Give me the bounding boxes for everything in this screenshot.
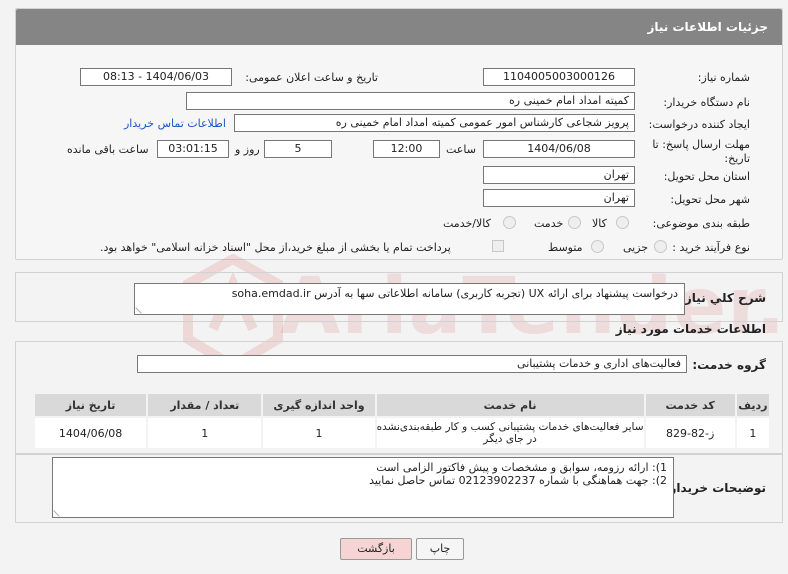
- process-radio-medium[interactable]: [591, 240, 604, 253]
- process-radio-minor[interactable]: [654, 240, 667, 253]
- deadline-label-date: تاریخ:: [724, 152, 750, 165]
- process-option-medium: متوسط: [548, 241, 583, 254]
- table-header-row: ردیف کد خدمت نام خدمت واحد اندازه گیری ت…: [32, 392, 772, 418]
- col-code: کد خدمت: [643, 392, 737, 418]
- province-field: تهران: [483, 166, 635, 184]
- city-label: شهر محل تحویل:: [670, 193, 750, 206]
- buyer-contact-link[interactable]: اطلاعات تماس خریدار: [124, 117, 226, 130]
- process-option-minor: جزیی: [623, 241, 649, 254]
- col-row: ردیف: [734, 392, 772, 418]
- cell-date: 1404/06/08: [32, 416, 149, 450]
- panel-title: جزئیات اطلاعات نیاز: [16, 9, 782, 45]
- col-qty: تعداد / مقدار: [146, 392, 264, 418]
- deadline-date-field: 1404/06/08: [483, 140, 635, 158]
- days-field: 5: [264, 140, 332, 158]
- back-button[interactable]: بازگشت: [340, 538, 412, 560]
- category-radio-goods[interactable]: [616, 216, 629, 229]
- cell-unit: 1: [261, 416, 377, 450]
- resize-grip-icon[interactable]: [53, 505, 65, 517]
- process-label: نوع فرآیند خرید :: [672, 241, 750, 254]
- print-button[interactable]: چاپ: [416, 538, 464, 560]
- category-option-goods-service: کالا/خدمت: [443, 217, 491, 230]
- cell-row: 1: [734, 416, 772, 450]
- creator-field: پرویز شجاعی کارشناس امور عمومی کمیته امد…: [234, 114, 635, 132]
- days-label: روز و: [235, 143, 260, 156]
- province-label: استان محل تحویل:: [663, 170, 750, 183]
- buyer-note-line-2: 2): جهت هماهنگی با شماره 02123902237 تما…: [369, 474, 667, 487]
- announce-date-field: 1404/06/03 - 08:13: [80, 68, 232, 86]
- services-table: ردیف کد خدمت نام خدمت واحد اندازه گیری ت…: [32, 392, 772, 450]
- table-row: 1 ز-82-829 سایر فعالیت‌های خدمات پشتیبان…: [32, 416, 772, 450]
- cell-qty: 1: [146, 416, 264, 450]
- category-radio-service[interactable]: [568, 216, 581, 229]
- remaining-time-label: ساعت باقی مانده: [67, 143, 149, 156]
- category-radio-goods-service[interactable]: [503, 216, 516, 229]
- description-text: درخواست پیشنهاد برای ارائه UX (تجربه کار…: [231, 287, 678, 300]
- col-unit: واحد اندازه گیری: [261, 392, 377, 418]
- services-section-title: اطلاعات خدمات مورد نیاز: [615, 322, 766, 336]
- col-name: نام خدمت: [374, 392, 646, 418]
- creator-label: ایجاد کننده درخواست:: [648, 118, 750, 131]
- service-group-label: گروه خدمت:: [692, 358, 766, 372]
- buyer-org-field: کمیته امداد امام خمینی ره: [186, 92, 635, 110]
- deadline-time-label: ساعت: [446, 143, 476, 156]
- buyer-note-line-1: 1): ارائه رزومه، سوابق و مشخصات و پیش فا…: [376, 461, 667, 474]
- col-date: تاریخ نیاز: [32, 392, 149, 418]
- cell-code: ز-82-829: [643, 416, 737, 450]
- category-option-service: خدمت: [534, 217, 564, 230]
- service-group-field: فعالیت‌های اداری و خدمات پشتیبانی: [137, 355, 687, 373]
- need-number-field: 1104005003000126: [483, 68, 635, 86]
- category-label: طبقه بندی موضوعی:: [652, 217, 750, 230]
- deadline-time-field: 12:00: [373, 140, 440, 158]
- payment-checkbox[interactable]: [492, 240, 504, 252]
- resize-grip-icon[interactable]: [135, 302, 147, 314]
- buyer-org-label: نام دستگاه خریدار:: [663, 96, 750, 109]
- announce-date-label: تاریخ و ساعت اعلان عمومی:: [245, 71, 378, 84]
- deadline-label: مهلت ارسال پاسخ: تا: [652, 138, 750, 151]
- city-field: تهران: [483, 189, 635, 207]
- description-textarea[interactable]: درخواست پیشنهاد برای ارائه UX (تجربه کار…: [134, 283, 685, 315]
- remaining-time-field: 03:01:15: [157, 140, 229, 158]
- description-label: شرح کلي نياز:: [680, 291, 766, 305]
- payment-note: پرداخت تمام یا بخشی از مبلغ خرید،از محل …: [100, 241, 451, 254]
- need-number-label: شماره نیاز:: [697, 71, 750, 84]
- buyer-notes-textarea[interactable]: 1): ارائه رزومه، سوابق و مشخصات و پیش فا…: [52, 457, 674, 518]
- category-option-goods: کالا: [592, 217, 607, 230]
- cell-name: سایر فعالیت‌های خدمات پشتیبانی کسب و کار…: [374, 416, 646, 450]
- buyer-notes-label: توضیحات خریدار:: [664, 481, 766, 495]
